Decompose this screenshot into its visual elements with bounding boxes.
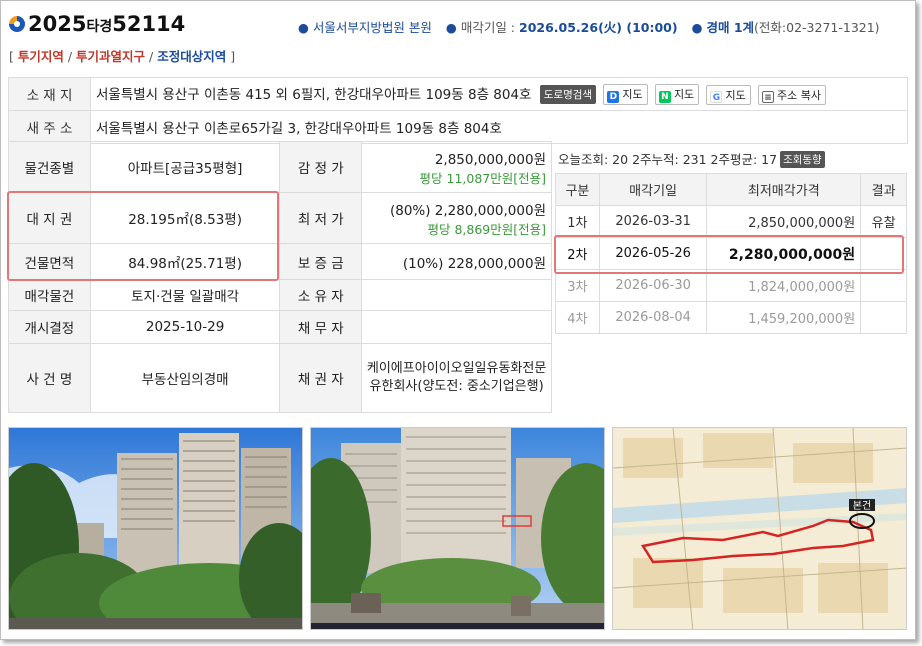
deposit-label: 보 증 금 (279, 243, 363, 280)
court-dept: 경매 1계 (706, 20, 755, 35)
detail-row: 사 건 명 부동산임의경매 채 권 자 케이에프아이이오일일유동화전문유한회사(… (8, 343, 552, 413)
header-info: ● 서울서부지방법원 본원 ● 매각기일 : 2026.05.26(火) (10:0… (298, 20, 880, 35)
creditor-value: 케이에프아이이오일일유동화전문유한회사(양도전: 중소기업은행) (361, 343, 552, 413)
appraisal-cell: 2,850,000,000원 평당 11,087만원[전용] (361, 141, 552, 193)
google-icon: G (710, 90, 723, 103)
google-map-button[interactable]: G 지도 (706, 84, 751, 105)
start-decision-value: 2025-10-29 (89, 310, 281, 344)
view-stats: 오늘조회: 20 2주누적: 231 2주평균: 17 조회동향 (558, 149, 825, 168)
price: 1,459,200,000원 (706, 301, 862, 334)
highlight-current-round-box (554, 235, 904, 274)
schedule-row: 1차 2026-03-31 2,850,000,000원 유찰 (555, 205, 907, 238)
sale-object-label: 매각물건 (8, 279, 91, 311)
sale-date: 2026.05.26(火) (10:00) (519, 20, 678, 35)
zone-tags: [ 투기지역 / 투기과열지구 / 조정대상지역 ] (9, 49, 236, 64)
deposit-value: (10%) 228,000,000원 (361, 243, 552, 280)
price: 2,850,000,000원 (706, 205, 862, 238)
address-cell: 서울특별시 용산구 이촌동 415 외 6필지, 한강대우아파트 109동 8층… (90, 77, 908, 111)
result (860, 269, 907, 302)
owner-label: 소 유 자 (279, 279, 363, 311)
copy-address-button[interactable]: ≡ 주소 복사 (758, 84, 827, 105)
detail-row: 물건종별 아파트[공급35평형] 감 정 가 2,850,000,000원 평당… (8, 141, 552, 193)
appraisal-value: 2,850,000,000원 (434, 151, 546, 168)
appraisal-per-pyeong: 평당 11,087만원[전용] (419, 170, 546, 186)
map-marker-label: 본건 (853, 500, 871, 512)
court-logo-icon (9, 16, 25, 32)
creditor-label: 채 권 자 (279, 343, 363, 413)
property-photo-2[interactable] (310, 427, 605, 630)
debtor-value (361, 310, 552, 344)
result: 유찰 (860, 205, 907, 238)
court-phone: (전화:02-3271-1321) (754, 20, 880, 35)
copy-address-label: 주소 복사 (777, 88, 822, 102)
case-year: 2025 (28, 12, 87, 36)
case-number: 2025타경52114 (28, 12, 185, 36)
new-address-row: 새 주 소 서울특별시 용산구 이촌로65가길 3, 한강대우아파트 109동 … (8, 110, 908, 144)
new-address-value: 서울특별시 용산구 이촌로65가길 3, 한강대우아파트 109동 8층 804… (90, 110, 908, 144)
property-map[interactable]: 본건 (612, 427, 907, 630)
daum-map-label: 지도 (622, 88, 643, 102)
bullet-icon: ● (691, 20, 703, 35)
schedule-header-row: 구분 매각기일 최저매각가격 결과 (555, 173, 907, 206)
daum-map-button[interactable]: D 지도 (603, 84, 648, 106)
view-stats-text: 오늘조회: 20 2주누적: 231 2주평균: 17 (558, 152, 778, 167)
bullet-icon: ● (298, 20, 309, 35)
case-type: 타경 (86, 19, 113, 35)
min-price-cell: (80%) 2,280,000,000원 평당 8,869만원[전용] (361, 192, 552, 244)
naver-map-button[interactable]: N 지도 (654, 84, 700, 106)
min-price-value: (80%) 2,280,000,000원 (389, 202, 546, 219)
round: 3차 (555, 269, 600, 302)
copy-icon: ≡ (762, 90, 775, 103)
address-value: 서울특별시 용산구 이촌동 415 외 6필지, 한강대우아파트 109동 8층… (96, 86, 532, 103)
type-label: 물건종별 (8, 141, 91, 193)
col-result: 결과 (860, 173, 907, 206)
naver-icon: N (658, 91, 671, 104)
address-label: 소 재 지 (8, 77, 91, 111)
round: 4차 (555, 301, 600, 334)
zone-adjustment: 조정대상지역 (157, 49, 227, 64)
appraisal-label: 감 정 가 (279, 141, 363, 193)
new-address-label: 새 주 소 (8, 110, 91, 144)
round: 1차 (555, 205, 600, 238)
cadastral-map-image: 본건 (613, 428, 906, 629)
bullet-icon: ● (445, 20, 457, 35)
date: 2026-03-31 (598, 205, 708, 238)
address-table: 소 재 지 서울특별시 용산구 이촌동 415 외 6필지, 한강대우아파트 1… (8, 77, 908, 144)
daum-icon: D (607, 91, 620, 104)
case-name-value: 부동산임의경매 (89, 343, 281, 413)
property-photo-1[interactable] (8, 427, 303, 630)
case-name-label: 사 건 명 (8, 343, 91, 413)
detail-row: 개시결정 2025-10-29 채 무 자 (8, 310, 552, 344)
schedule-row: 4차 2026-08-04 1,459,200,000원 (555, 301, 907, 334)
address-row: 소 재 지 서울특별시 용산구 이촌동 415 외 6필지, 한강대우아파트 1… (8, 77, 908, 111)
type-value: 아파트[공급35평형] (89, 141, 281, 193)
owner-value (361, 279, 552, 311)
col-min-price: 최저매각가격 (706, 173, 862, 206)
google-map-label: 지도 (725, 88, 746, 102)
view-trend-button[interactable]: 조회동향 (780, 151, 825, 168)
court-name: 서울서부지방법원 본원 (312, 20, 432, 35)
sale-object-value: 토지·건물 일괄매각 (89, 279, 281, 311)
min-price-label: 최 저 가 (279, 192, 363, 244)
apartment-photo-image (9, 428, 302, 629)
detail-row: 매각물건 토지·건물 일괄매각 소 유 자 (8, 279, 552, 311)
case-serial: 52114 (112, 12, 186, 36)
courtyard-photo-image (311, 428, 604, 629)
min-price-per-pyeong: 평당 8,869만원[전용] (427, 221, 546, 237)
start-decision-label: 개시결정 (8, 310, 91, 344)
date: 2026-06-30 (598, 269, 708, 302)
zone-overheated: 투기과열지구 (76, 49, 146, 64)
col-round: 구분 (555, 173, 600, 206)
result (860, 301, 907, 334)
price: 1,824,000,000원 (706, 269, 862, 302)
schedule-row: 3차 2026-06-30 1,824,000,000원 (555, 269, 907, 302)
date: 2026-08-04 (598, 301, 708, 334)
highlight-area-box (7, 191, 279, 281)
naver-map-label: 지도 (673, 88, 695, 102)
road-search-button[interactable]: 도로명검색 (539, 85, 597, 105)
debtor-label: 채 무 자 (279, 310, 363, 344)
zone-speculation: 투기지역 (17, 49, 64, 64)
sale-date-label: 매각기일 (460, 20, 507, 35)
col-date: 매각기일 (598, 173, 708, 206)
